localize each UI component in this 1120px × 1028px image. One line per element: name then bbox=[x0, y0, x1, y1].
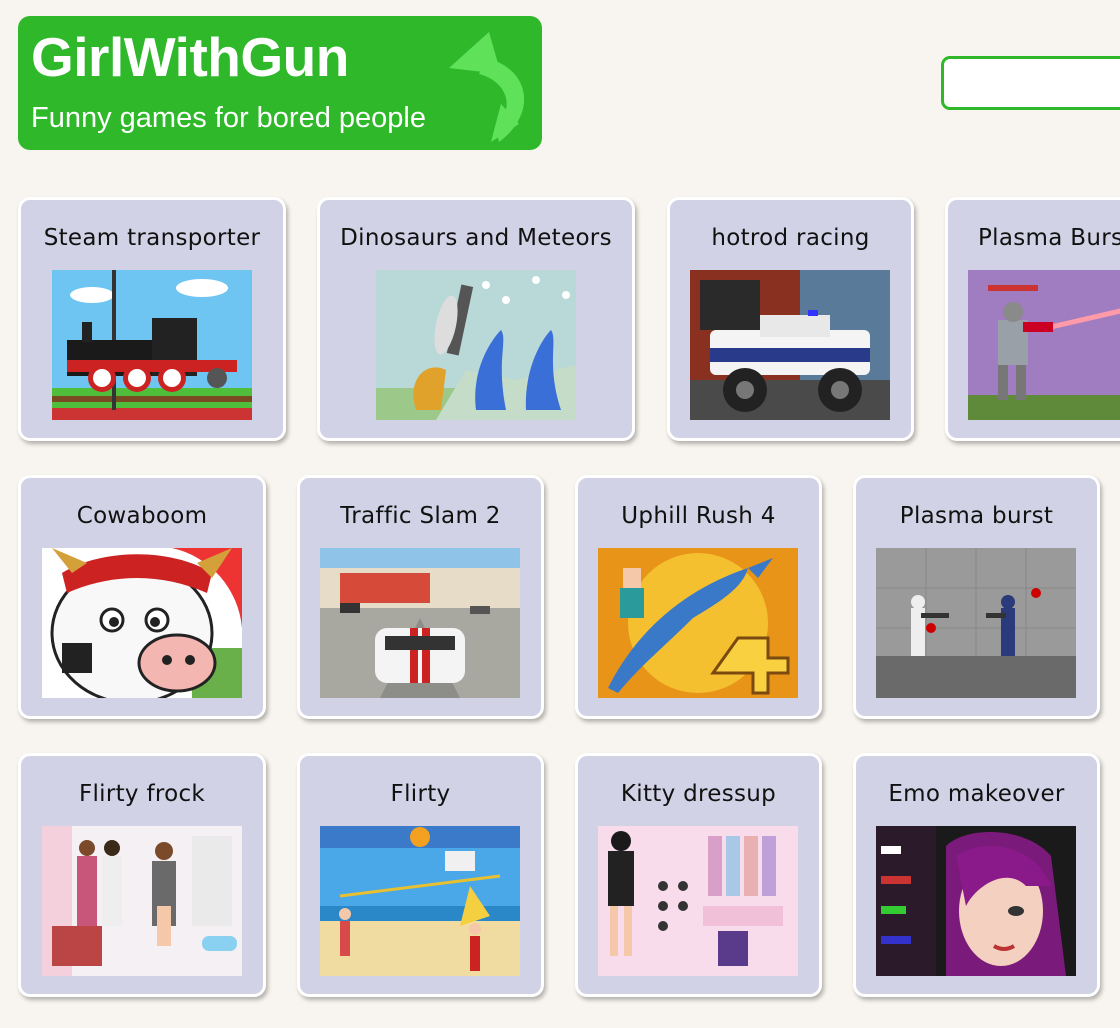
game-card[interactable]: Cowaboom bbox=[18, 475, 266, 719]
game-card[interactable]: Plasma burst bbox=[853, 475, 1100, 719]
game-card[interactable]: Flirty bbox=[297, 753, 544, 997]
game-card[interactable]: Steam transporter bbox=[18, 197, 286, 441]
site-tagline: Funny games for bored people bbox=[31, 102, 426, 134]
game-thumbnail bbox=[52, 270, 252, 420]
site-logo[interactable]: GirlWithGun Funny games for bored people bbox=[18, 16, 542, 150]
game-card[interactable]: Kitty dressup bbox=[575, 753, 822, 997]
search-input[interactable] bbox=[941, 56, 1120, 110]
game-thumbnail bbox=[42, 826, 242, 976]
game-thumbnail bbox=[320, 548, 520, 698]
game-card[interactable]: hotrod racing bbox=[667, 197, 914, 441]
game-thumbnail bbox=[376, 270, 576, 420]
game-title: Cowaboom bbox=[76, 503, 208, 529]
game-title: hotrod racing bbox=[711, 225, 870, 251]
game-thumbnail bbox=[598, 826, 798, 976]
curved-arrow-icon bbox=[449, 32, 525, 142]
game-title: Steam transporter bbox=[43, 225, 261, 251]
game-title: Uphill Rush 4 bbox=[621, 503, 776, 529]
game-title: Dinosaurs and Meteors bbox=[340, 225, 612, 251]
game-title: Flirty bbox=[390, 781, 451, 807]
game-title: Kitty dressup bbox=[620, 781, 777, 807]
game-card[interactable]: Dinosaurs and Meteors bbox=[317, 197, 635, 441]
game-thumbnail bbox=[42, 548, 242, 698]
game-thumbnail bbox=[876, 548, 1076, 698]
game-thumbnail bbox=[320, 826, 520, 976]
site-title: GirlWithGun bbox=[31, 26, 349, 88]
game-thumbnail bbox=[968, 270, 1120, 420]
game-title: Emo makeover bbox=[888, 781, 1065, 807]
game-thumbnail bbox=[876, 826, 1076, 976]
game-title: Traffic Slam 2 bbox=[340, 503, 501, 529]
game-card[interactable]: Emo makeover bbox=[853, 753, 1100, 997]
game-card[interactable]: Uphill Rush 4 bbox=[575, 475, 822, 719]
game-card[interactable]: Flirty frock bbox=[18, 753, 266, 997]
game-title: Plasma burst bbox=[899, 503, 1054, 529]
game-card[interactable]: Traffic Slam 2 bbox=[297, 475, 544, 719]
game-card[interactable]: Plasma Burst bbox=[945, 197, 1120, 441]
game-thumbnail bbox=[598, 548, 798, 698]
game-thumbnail bbox=[690, 270, 890, 420]
game-title: Plasma Burst bbox=[978, 225, 1120, 251]
game-title: Flirty frock bbox=[78, 781, 206, 807]
